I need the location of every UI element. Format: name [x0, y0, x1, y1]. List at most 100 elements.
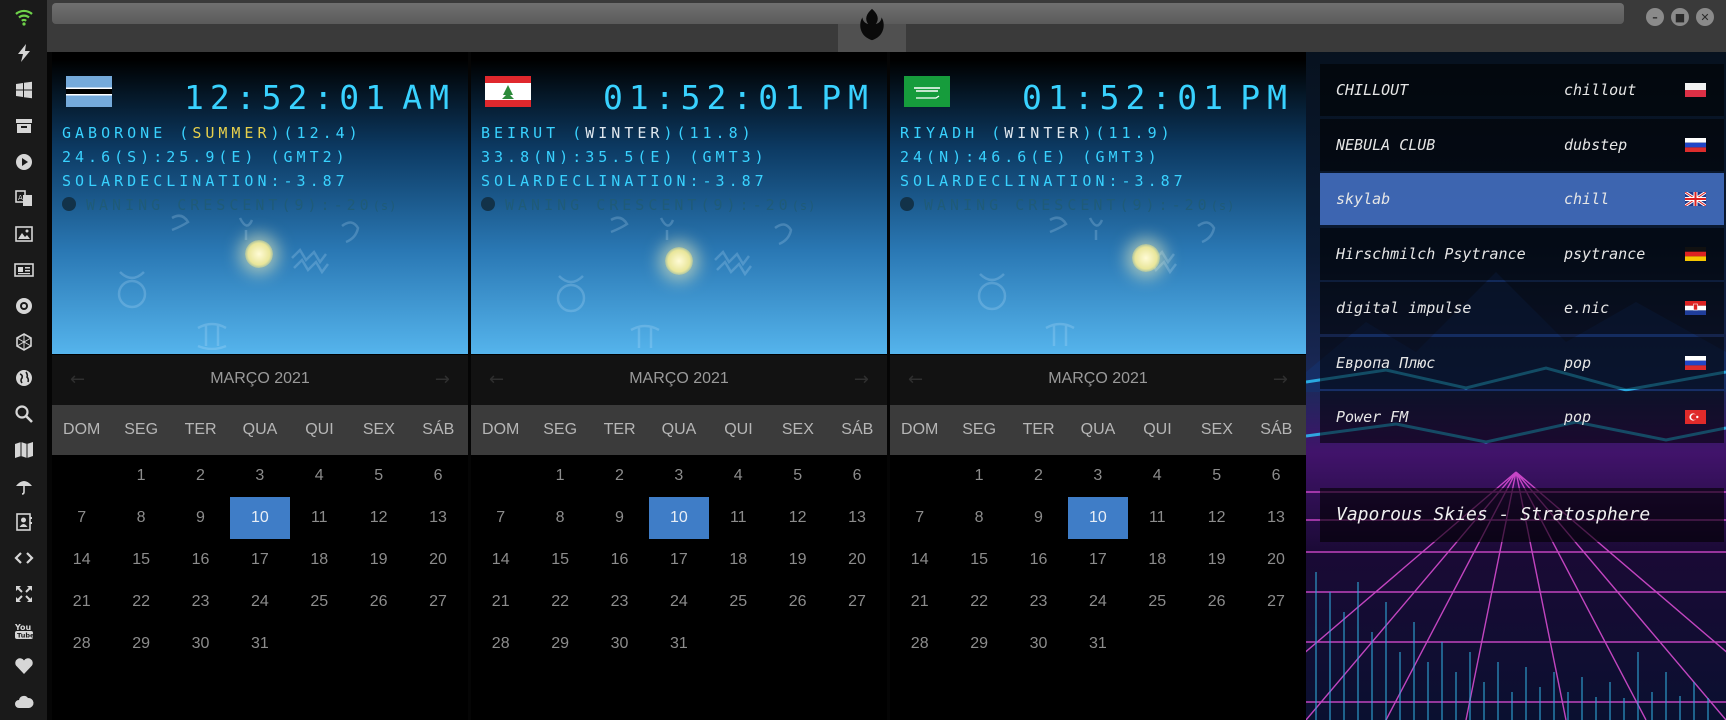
- day-cell[interactable]: 7: [52, 497, 111, 539]
- now-playing[interactable]: Vaporous Skies - Stratosphere: [1320, 488, 1724, 542]
- day-cell[interactable]: 31: [1068, 623, 1127, 665]
- next-month-button[interactable]: →: [435, 369, 450, 390]
- day-cell[interactable]: 14: [471, 539, 530, 581]
- translate-icon[interactable]: A: [12, 186, 36, 210]
- day-cell[interactable]: 4: [709, 455, 768, 497]
- day-cell[interactable]: 14: [52, 539, 111, 581]
- day-cell[interactable]: 21: [52, 581, 111, 623]
- day-cell[interactable]: 2: [171, 455, 230, 497]
- lightning-icon[interactable]: [12, 41, 36, 65]
- day-cell[interactable]: 9: [590, 497, 649, 539]
- minimize-button[interactable]: –: [1646, 8, 1664, 26]
- contacts-icon[interactable]: [12, 510, 36, 534]
- address-bar[interactable]: [52, 3, 1624, 24]
- day-cell[interactable]: 24: [1068, 581, 1127, 623]
- day-cell[interactable]: 15: [949, 539, 1008, 581]
- day-cell[interactable]: 18: [709, 539, 768, 581]
- day-cell[interactable]: 15: [530, 539, 589, 581]
- station-row[interactable]: skylab chill: [1320, 173, 1724, 225]
- day-cell[interactable]: 12: [768, 497, 827, 539]
- day-cell[interactable]: 19: [1187, 539, 1246, 581]
- day-cell[interactable]: 14: [890, 539, 949, 581]
- day-cell[interactable]: 3: [649, 455, 708, 497]
- day-cell[interactable]: 15: [111, 539, 170, 581]
- day-cell[interactable]: 28: [52, 623, 111, 665]
- day-cell[interactable]: 13: [827, 497, 886, 539]
- day-cell[interactable]: 4: [290, 455, 349, 497]
- day-cell[interactable]: 1: [949, 455, 1008, 497]
- day-cell[interactable]: 1: [111, 455, 170, 497]
- day-cell[interactable]: 3: [1068, 455, 1127, 497]
- day-cell[interactable]: 29: [530, 623, 589, 665]
- station-row[interactable]: Hirschmilch Psytrance psytrance: [1320, 227, 1724, 280]
- youtube-icon[interactable]: You Tube: [12, 618, 36, 642]
- day-cell[interactable]: 20: [827, 539, 886, 581]
- day-cell[interactable]: 23: [171, 581, 230, 623]
- day-cell[interactable]: 7: [890, 497, 949, 539]
- station-row[interactable]: CHILLOUT chillout: [1320, 64, 1724, 116]
- day-cell[interactable]: 26: [1187, 581, 1246, 623]
- day-cell[interactable]: 13: [1246, 497, 1305, 539]
- image-icon[interactable]: [12, 222, 36, 246]
- day-cell[interactable]: 1: [530, 455, 589, 497]
- rebel-icon[interactable]: [12, 294, 36, 318]
- day-cell[interactable]: 6: [1246, 455, 1305, 497]
- day-cell[interactable]: 23: [590, 581, 649, 623]
- day-cell[interactable]: 12: [1187, 497, 1246, 539]
- day-cell[interactable]: 2: [1009, 455, 1068, 497]
- station-row[interactable]: NEBULA CLUB dubstep: [1320, 118, 1724, 171]
- day-cell[interactable]: 13: [408, 497, 467, 539]
- day-cell[interactable]: 11: [1128, 497, 1187, 539]
- day-cell[interactable]: 5: [349, 455, 408, 497]
- day-cell[interactable]: 16: [590, 539, 649, 581]
- day-cell[interactable]: 6: [827, 455, 886, 497]
- day-cell[interactable]: 20: [408, 539, 467, 581]
- day-cell[interactable]: 17: [649, 539, 708, 581]
- day-cell[interactable]: 5: [768, 455, 827, 497]
- day-cell[interactable]: 28: [471, 623, 530, 665]
- day-cell[interactable]: 29: [949, 623, 1008, 665]
- day-cell[interactable]: 17: [230, 539, 289, 581]
- next-month-button[interactable]: →: [1273, 369, 1288, 390]
- search-icon[interactable]: [12, 402, 36, 426]
- expand-icon[interactable]: [12, 582, 36, 606]
- day-cell[interactable]: 31: [230, 623, 289, 665]
- day-cell[interactable]: 11: [290, 497, 349, 539]
- day-cell[interactable]: 3: [230, 455, 289, 497]
- day-cell[interactable]: 4: [1128, 455, 1187, 497]
- day-cell[interactable]: 27: [408, 581, 467, 623]
- station-row[interactable]: Power FM pop: [1320, 391, 1724, 443]
- day-cell[interactable]: 27: [827, 581, 886, 623]
- close-button[interactable]: ✕: [1696, 8, 1714, 26]
- today-cell[interactable]: 10: [230, 497, 290, 539]
- day-cell[interactable]: 25: [1128, 581, 1187, 623]
- station-row[interactable]: digital impulse e.nic: [1320, 282, 1724, 334]
- play-icon[interactable]: [12, 150, 36, 174]
- day-cell[interactable]: 12: [349, 497, 408, 539]
- archive-icon[interactable]: [12, 114, 36, 138]
- news-icon[interactable]: [12, 258, 36, 282]
- day-cell[interactable]: 21: [471, 581, 530, 623]
- day-cell[interactable]: 17: [1068, 539, 1127, 581]
- day-cell[interactable]: 6: [408, 455, 467, 497]
- today-cell[interactable]: 10: [649, 497, 709, 539]
- day-cell[interactable]: 20: [1246, 539, 1305, 581]
- day-cell[interactable]: 11: [709, 497, 768, 539]
- day-cell[interactable]: 8: [111, 497, 170, 539]
- day-cell[interactable]: 21: [890, 581, 949, 623]
- day-cell[interactable]: 25: [290, 581, 349, 623]
- day-cell[interactable]: 19: [768, 539, 827, 581]
- day-cell[interactable]: 23: [1009, 581, 1068, 623]
- wifi-icon[interactable]: [12, 5, 36, 29]
- cloud-icon[interactable]: [12, 690, 36, 714]
- day-cell[interactable]: 31: [649, 623, 708, 665]
- heart-icon[interactable]: [12, 654, 36, 678]
- day-cell[interactable]: 9: [1009, 497, 1068, 539]
- day-cell[interactable]: 26: [768, 581, 827, 623]
- umbrella-icon[interactable]: [12, 474, 36, 498]
- globe-icon[interactable]: [12, 366, 36, 390]
- hexagon-icon[interactable]: [12, 330, 36, 354]
- day-cell[interactable]: 8: [949, 497, 1008, 539]
- day-cell[interactable]: 7: [471, 497, 530, 539]
- day-cell[interactable]: 30: [1009, 623, 1068, 665]
